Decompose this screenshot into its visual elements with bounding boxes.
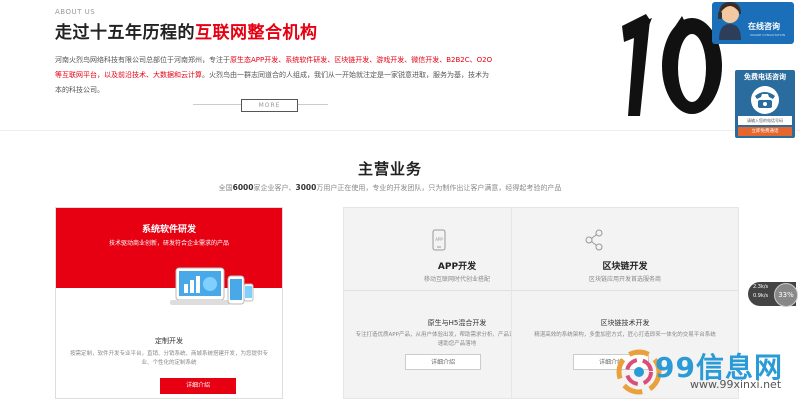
online-consult-label[interactable]: 在线咨询 bbox=[748, 21, 780, 32]
card-blockchain-subtitle: 区块链技术开发 bbox=[600, 319, 650, 327]
free-call-button[interactable]: 立即免费通话 bbox=[738, 127, 792, 136]
more-button[interactable]: MORE bbox=[241, 99, 298, 112]
app-icon-label: APP bbox=[435, 237, 443, 242]
card-software-title: 系统软件研发 bbox=[141, 225, 196, 235]
business-sub-text-2: 家企业客户、 bbox=[253, 184, 296, 192]
card-software-subdesc: 按需定制，软件开发专业平台，直销、分销系统、商城系统搭建开发，为您提供专业、个性… bbox=[69, 351, 268, 366]
free-call-title: 免费电话咨询 bbox=[744, 73, 786, 81]
card-blockchain-desc: 区块链应用开发首选服务商 bbox=[588, 276, 661, 283]
card-software-subtitle: 定制开发 bbox=[155, 337, 183, 345]
about-desc-part-1: 河南火烈鸟网络科技有限公司总部位于河南郑州，专注于 bbox=[55, 56, 230, 64]
phone-app-icon: APP bbox=[432, 229, 446, 251]
phone-number-input[interactable]: 请输入您的电话号码 bbox=[738, 116, 792, 125]
business-title: 主营业务 bbox=[357, 160, 422, 178]
telephone-icon bbox=[751, 86, 779, 114]
upload-speed: 2.3k/s bbox=[753, 284, 769, 290]
card-software-desc: 技术驱动商业创新，研发符合企业需求的产品 bbox=[108, 240, 229, 247]
card-blockchain-subdesc: 精湛高效的系统架构，多重加密方式，匠心打造即来一体化的交易平台系统 bbox=[534, 332, 716, 338]
speed-percent-circle[interactable]: 33% bbox=[774, 283, 798, 307]
section-divider bbox=[0, 130, 800, 131]
business-sub-number-2: 3000 bbox=[295, 183, 317, 192]
business-sub-number-1: 6000 bbox=[232, 183, 254, 192]
card-software-detail-button[interactable]: 详细介绍 bbox=[160, 378, 236, 394]
about-title: 走过十五年历程的互联网整合机构 bbox=[55, 18, 318, 43]
card-software[interactable]: 系统软件研发 技术驱动商业创新，研发符合企业需求的产品 定制开发 按需定制，软件… bbox=[55, 207, 283, 399]
card-app-detail-button[interactable]: 详细介绍 bbox=[405, 354, 481, 370]
business-sub-text-3: 万用户正在使用，专业的开发团队，只为制作出让客户满意，经得起考验的产品 bbox=[316, 184, 562, 192]
online-consult-sublabel: ONLINE CONSULTATION bbox=[750, 33, 786, 37]
about-title-red: 互联网整合机构 bbox=[195, 23, 318, 43]
customer-service-avatar bbox=[718, 1, 741, 40]
share-network-icon bbox=[585, 229, 603, 251]
download-speed: 0.9k/s bbox=[753, 293, 769, 299]
about-title-black: 走过十五年历程的 bbox=[55, 23, 195, 43]
card-blockchain-divider bbox=[512, 290, 738, 291]
devices-illustration bbox=[170, 267, 254, 305]
about-section-label: ABOUT US bbox=[55, 8, 96, 16]
business-sub-text-1: 全国 bbox=[218, 184, 233, 192]
about-description: 河南火烈鸟网络科技有限公司总部位于河南郑州，专注于原生态APP开发、系统软件研发… bbox=[55, 53, 495, 98]
watermark-url: www.99xinxi.net bbox=[690, 378, 782, 391]
card-blockchain-title: 区块链开发 bbox=[602, 262, 648, 272]
business-subtitle: 全国6000家企业客户、3000万用户正在使用，专业的开发团队，只为制作出让客户… bbox=[0, 183, 780, 193]
